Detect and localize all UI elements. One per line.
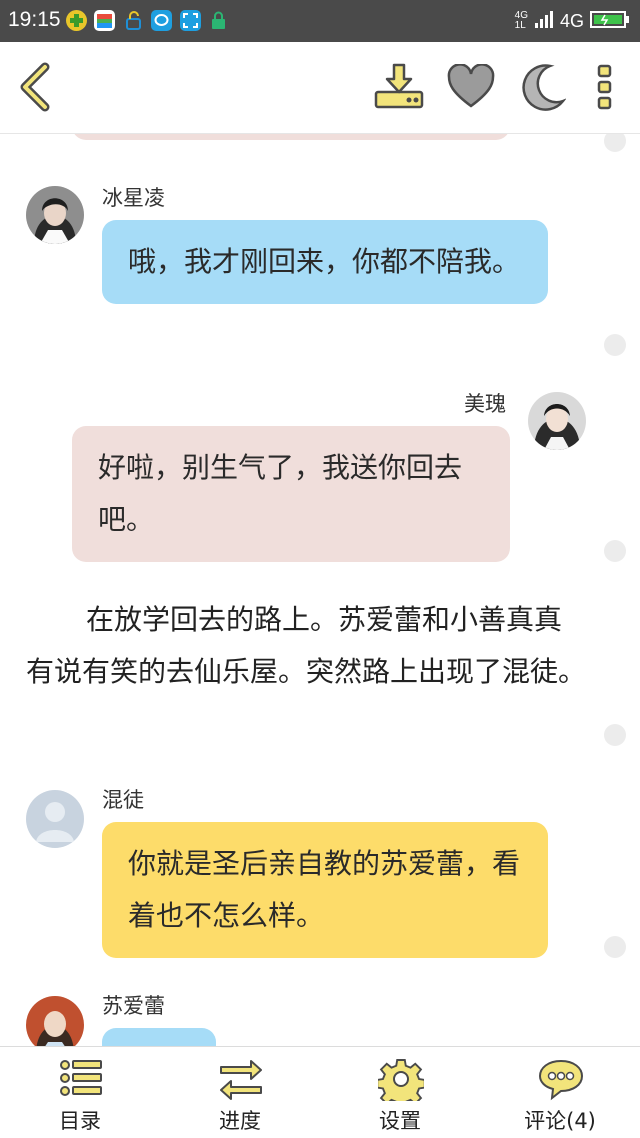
network-small-bottom: 1L: [514, 20, 526, 31]
avatar[interactable]: [26, 996, 84, 1046]
bookmark-dot[interactable]: [604, 936, 626, 958]
heart-icon: [446, 63, 496, 114]
nav-label: 目录: [59, 1109, 101, 1133]
colorful-app-icon: [94, 10, 115, 31]
network-label: 4G: [559, 10, 584, 31]
status-time: 19:15: [8, 8, 61, 31]
comment-icon: [538, 1057, 584, 1101]
speaker-name: 冰星凌: [102, 186, 165, 210]
bookmark-dot[interactable]: [604, 334, 626, 356]
chat-bubble-partial: [102, 1028, 216, 1046]
lock-icon: [208, 10, 229, 31]
back-icon: [15, 62, 55, 116]
speaker-name: 苏爱蕾: [102, 994, 165, 1018]
swap-arrows-icon: [218, 1057, 264, 1101]
narration-paragraph: 在放学回去的路上。苏爱蕾和小善真真有说有笑的去仙乐屋。突然路上出现了混徒。: [26, 603, 587, 688]
nav-label: 进度: [219, 1109, 261, 1133]
battery-icon: [590, 9, 630, 34]
bottom-nav: 目录 进度 设置 评论(4): [0, 1046, 640, 1138]
more-icon: [596, 64, 614, 114]
status-right: 4G 1L 4G: [515, 8, 630, 34]
plus-app-icon: [66, 10, 87, 31]
back-button[interactable]: [8, 62, 62, 116]
bookmark-dot[interactable]: [604, 540, 626, 562]
chat-bubble: 哦，我才刚回来，你都不陪我。: [102, 220, 548, 304]
nav-label: 设置: [379, 1109, 421, 1133]
download-icon: [373, 62, 425, 116]
lock-app-icon: [123, 10, 144, 31]
nav-label: 评论(4): [524, 1109, 596, 1133]
download-button[interactable]: [372, 62, 426, 116]
signal-icon: [534, 9, 554, 34]
story-content[interactable]: 冰星凌 哦，我才刚回来，你都不陪我。 美瑰 好啦，别生气了，我送你回去吧。 在放…: [0, 134, 640, 1046]
avatar[interactable]: [528, 392, 586, 450]
status-bar: 19:15 4G 1L 4G: [0, 0, 640, 42]
scan-app-icon: [180, 10, 201, 31]
nav-progress[interactable]: 进度: [160, 1047, 320, 1138]
more-button[interactable]: [578, 62, 632, 116]
chat-app-icon: [151, 10, 172, 31]
avatar[interactable]: [26, 186, 84, 244]
chat-bubble: 你就是圣后亲自教的苏爱蕾，看着也不怎么样。: [102, 822, 548, 958]
speaker-name: 混徒: [102, 788, 144, 812]
night-mode-button[interactable]: [516, 62, 570, 116]
bookmark-dot[interactable]: [604, 134, 626, 152]
nav-settings[interactable]: 设置: [320, 1047, 480, 1138]
chat-bubble-partial: [72, 134, 510, 140]
bookmark-dot[interactable]: [604, 724, 626, 746]
chat-bubble: 好啦，别生气了，我送你回去吧。: [72, 426, 510, 562]
reader-toolbar: [0, 42, 640, 134]
default-avatar-icon[interactable]: [26, 790, 84, 848]
nav-comments[interactable]: 评论(4): [480, 1047, 640, 1138]
favorite-button[interactable]: [444, 62, 498, 116]
moon-icon: [520, 63, 567, 115]
nav-catalog[interactable]: 目录: [0, 1047, 160, 1138]
speaker-name: 美瑰: [464, 392, 506, 416]
list-icon: [58, 1057, 104, 1101]
gear-icon: [376, 1057, 426, 1109]
